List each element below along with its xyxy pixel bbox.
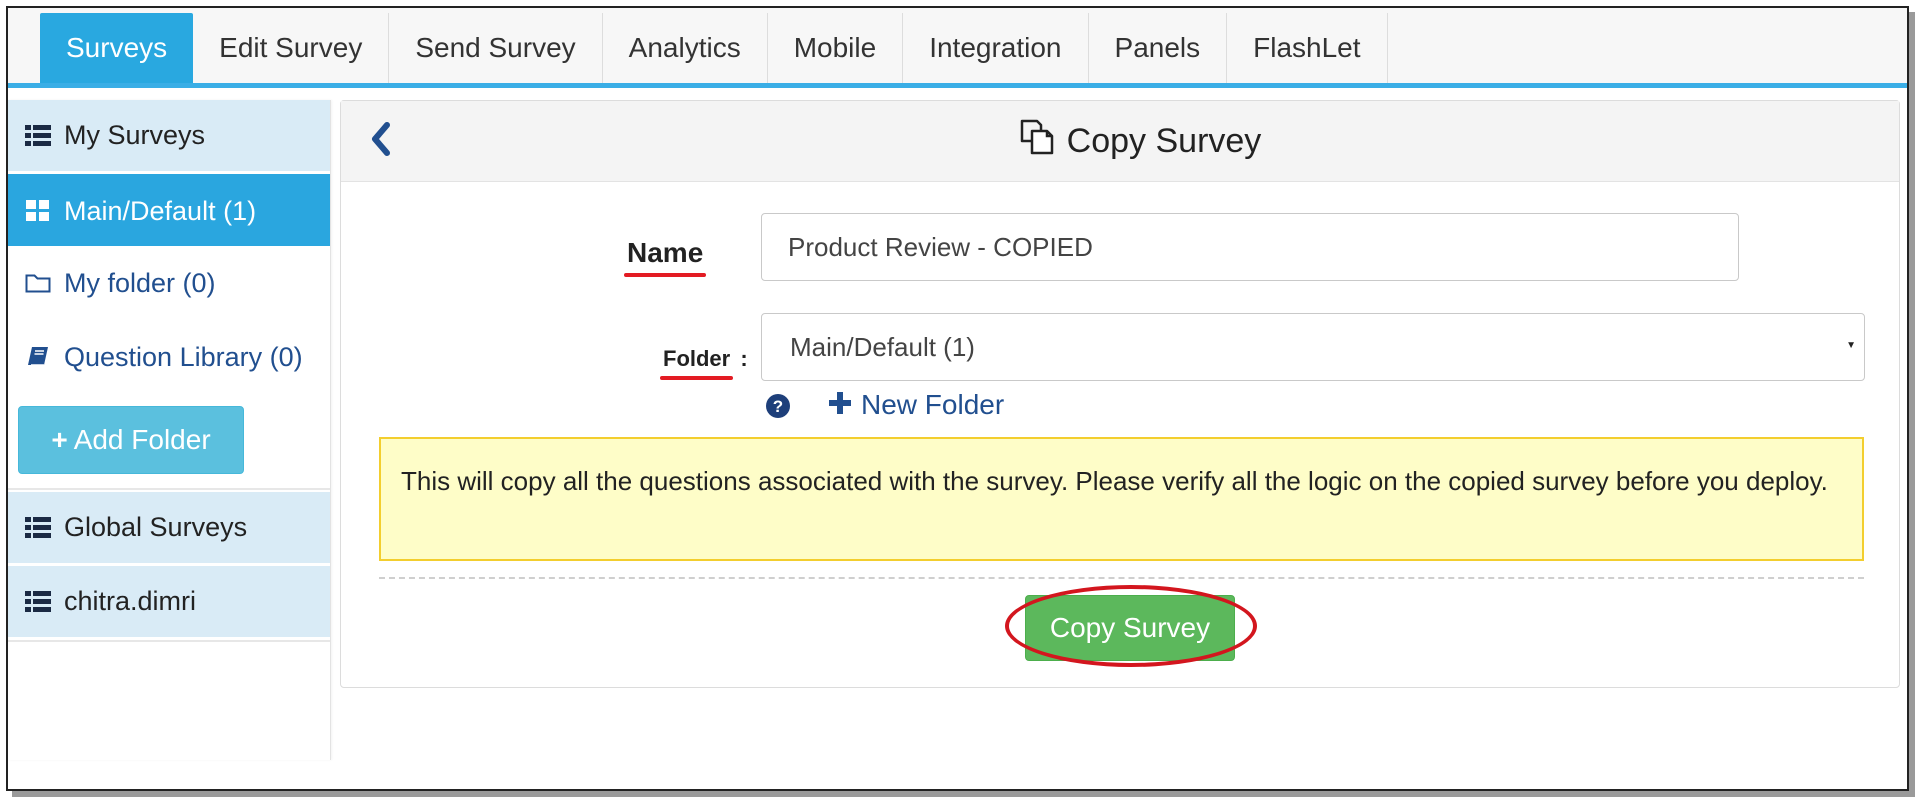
sidebar-item-label: Main/Default (1) <box>64 195 257 226</box>
warning-notice: This will copy all the questions associa… <box>379 437 1864 561</box>
plus-icon <box>829 389 851 421</box>
tab-flashlet[interactable]: FlashLet <box>1227 13 1388 83</box>
add-folder-button[interactable]: + Add Folder <box>18 406 244 474</box>
folder-select[interactable]: Main/Default (1) ▼ <box>761 313 1865 381</box>
tab-edit-survey[interactable]: Edit Survey <box>193 13 390 83</box>
help-icon[interactable]: ? <box>765 393 791 424</box>
grid-icon <box>24 200 52 222</box>
sidebar: My Surveys Main/Default (1) My folder (0… <box>8 100 331 760</box>
folder-label-text: Folder <box>663 346 731 371</box>
sidebar-item-user[interactable]: chitra.dimri <box>8 566 330 640</box>
sidebar-item-label: Question Library (0) <box>64 341 303 372</box>
tab-surveys[interactable]: Surveys <box>40 13 194 83</box>
top-nav: Surveys Edit Survey Send Survey Analytic… <box>8 8 1907 88</box>
page-title-text: Copy Survey <box>1066 121 1262 160</box>
book-icon <box>24 345 52 369</box>
tab-send-survey[interactable]: Send Survey <box>389 13 603 83</box>
divider <box>379 577 1864 579</box>
add-folder-label: Add Folder <box>73 424 211 455</box>
tab-panels[interactable]: Panels <box>1089 13 1228 83</box>
copy-icon <box>1019 118 1055 165</box>
tab-analytics[interactable]: Analytics <box>603 13 768 83</box>
list-icon <box>24 590 52 613</box>
folder-icon <box>24 272 52 294</box>
sidebar-item-my-surveys[interactable]: My Surveys <box>8 100 330 174</box>
folder-label: Folder : <box>660 346 748 380</box>
sidebar-item-question-library[interactable]: Question Library (0) <box>8 320 330 394</box>
panel-header: Copy Survey <box>341 101 1899 182</box>
tab-integration[interactable]: Integration <box>903 13 1089 83</box>
annotation-underline <box>660 376 734 380</box>
name-field[interactable]: Product Review - COPIED <box>761 213 1739 281</box>
name-label-text: Name <box>627 237 704 268</box>
new-folder-label: New Folder <box>861 389 1005 420</box>
new-folder-link[interactable]: New Folder <box>829 389 1004 421</box>
sidebar-item-label: My folder (0) <box>64 267 216 298</box>
folder-label-colon: : <box>740 346 748 371</box>
back-chevron-icon[interactable] <box>369 119 393 164</box>
folder-select-value: Main/Default (1) <box>790 331 975 362</box>
divider <box>8 640 330 642</box>
tab-mobile[interactable]: Mobile <box>768 13 904 83</box>
sidebar-item-main-default[interactable]: Main/Default (1) <box>8 174 330 248</box>
page-title: Copy Survey <box>1019 118 1262 165</box>
caret-down-icon: ▼ <box>1846 340 1856 351</box>
list-icon <box>24 124 52 147</box>
sidebar-item-label: My Surveys <box>64 120 206 150</box>
copy-survey-label: Copy Survey <box>1049 612 1211 643</box>
copy-survey-panel: Copy Survey Name Product Review - COPIED… <box>340 100 1900 688</box>
list-icon <box>24 516 52 539</box>
sidebar-item-my-folder[interactable]: My folder (0) <box>8 246 330 320</box>
divider <box>8 474 330 490</box>
sidebar-item-global-surveys[interactable]: Global Surveys <box>8 492 330 566</box>
sidebar-item-label: Global Surveys <box>64 512 248 542</box>
svg-text:?: ? <box>773 397 783 416</box>
annotation-underline <box>624 273 707 277</box>
plus-icon: + <box>51 424 68 455</box>
sidebar-item-label: chitra.dimri <box>64 586 197 616</box>
name-label: Name <box>624 237 707 277</box>
notice-text: This will copy all the questions associa… <box>401 466 1828 496</box>
copy-survey-button[interactable]: Copy Survey <box>1025 595 1235 661</box>
app-window: Surveys Edit Survey Send Survey Analytic… <box>6 6 1909 791</box>
name-field-value: Product Review - COPIED <box>788 231 1093 262</box>
